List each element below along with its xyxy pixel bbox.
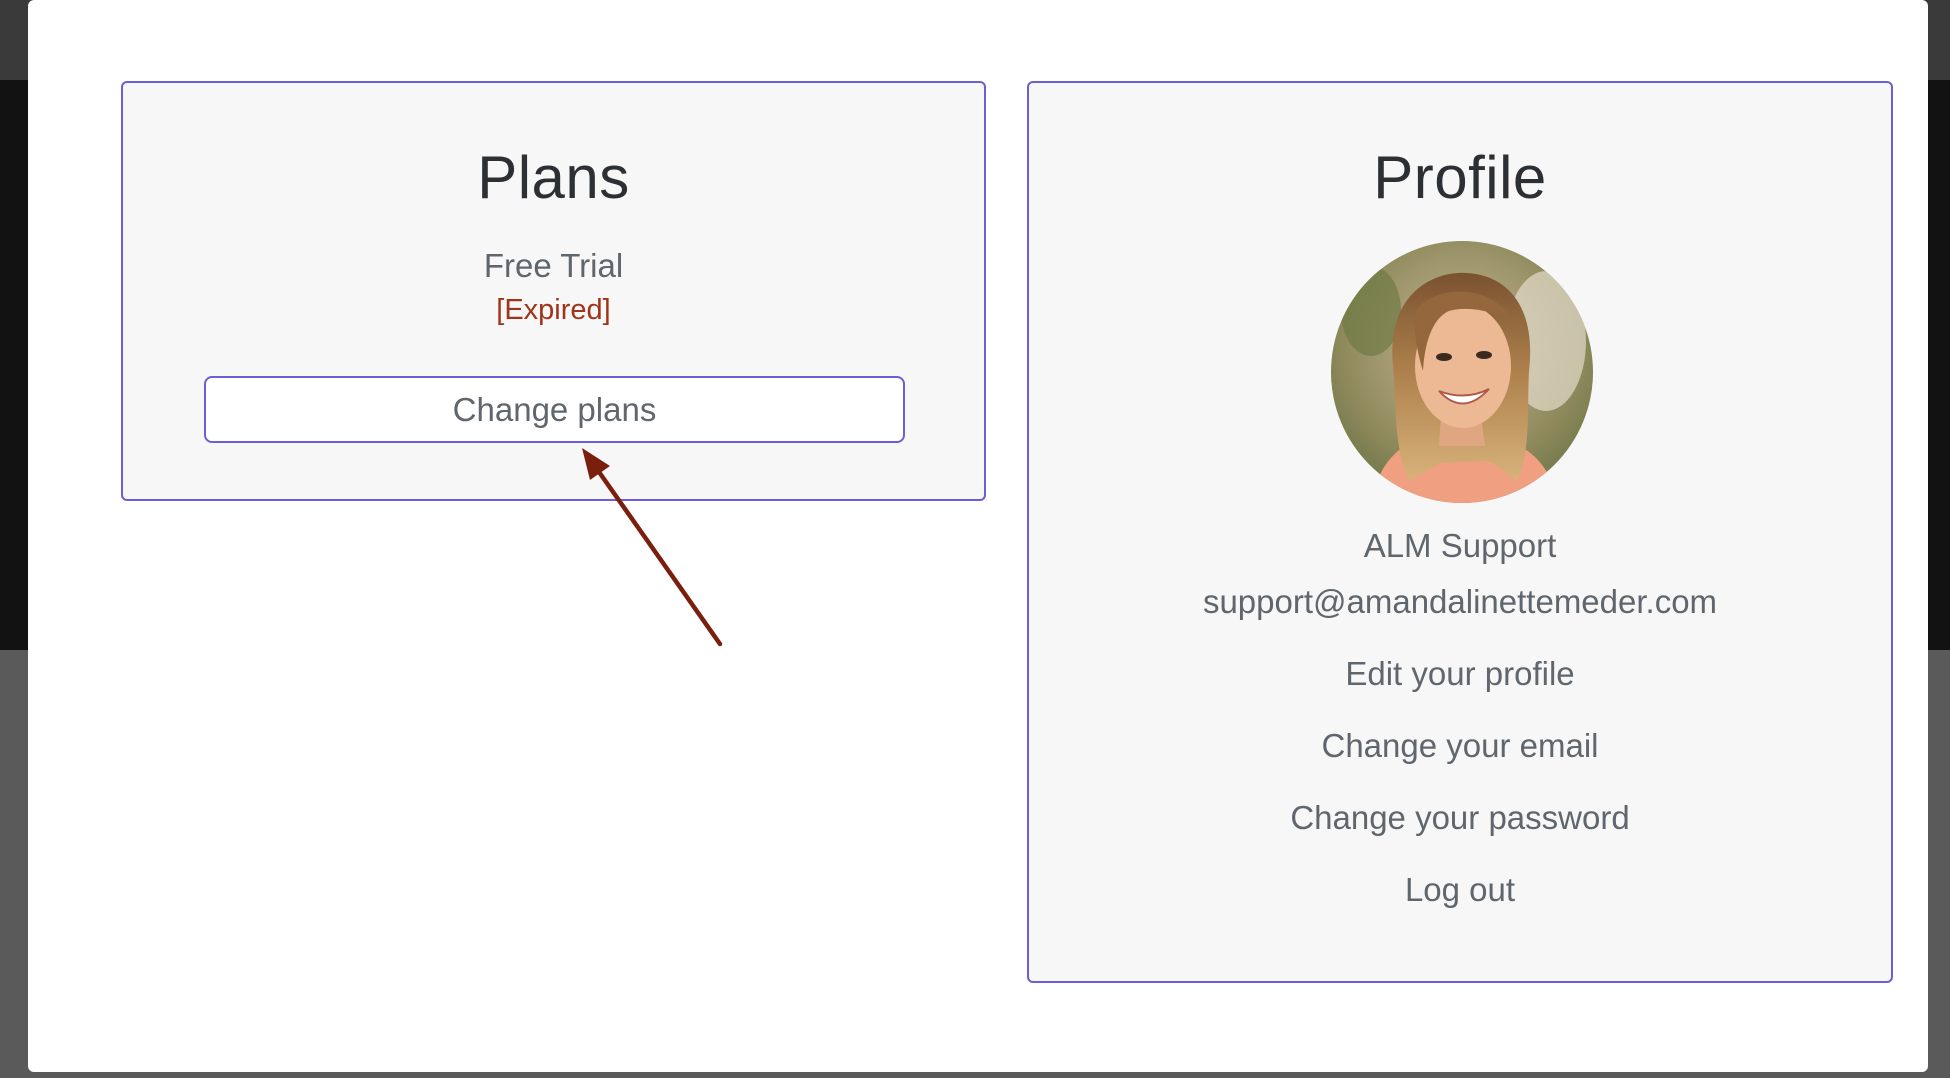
change-password-link[interactable]: Change your password xyxy=(1029,799,1891,837)
arrow-annotation-icon xyxy=(582,448,723,647)
change-email-link[interactable]: Change your email xyxy=(1029,727,1891,765)
plan-name: Free Trial xyxy=(483,247,624,284)
profile-card: Profile ALM Support support@amandalinett… xyxy=(1027,81,1893,983)
change-plans-button[interactable]: Change plans xyxy=(204,376,905,443)
account-modal: Plans Free Trial [Expired] Change plans … xyxy=(28,0,1928,1072)
profile-name: ALM Support xyxy=(1363,527,1557,564)
avatar-photo xyxy=(1331,241,1593,503)
avatar xyxy=(1331,241,1593,503)
log-out-link[interactable]: Log out xyxy=(1029,871,1891,909)
plans-card: Plans Free Trial [Expired] Change plans xyxy=(121,81,986,501)
profile-email: support@amandalinettemeder.com xyxy=(1202,583,1718,620)
plan-status-badge: [Expired] xyxy=(496,294,611,326)
plans-title: Plans xyxy=(477,144,630,211)
edit-profile-link[interactable]: Edit your profile xyxy=(1029,655,1891,693)
profile-title: Profile xyxy=(1373,144,1547,211)
